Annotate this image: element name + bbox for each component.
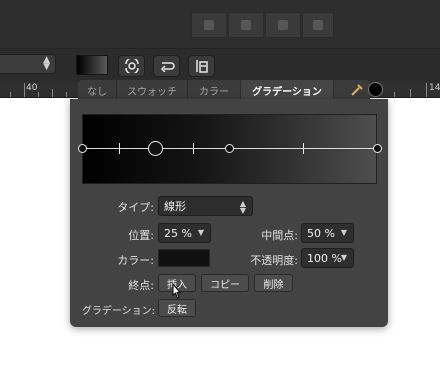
tab-swatches[interactable]: スウォッチ bbox=[117, 80, 188, 100]
color-label: カラー: bbox=[117, 254, 154, 267]
stop-label: 終点: bbox=[128, 279, 154, 292]
midpoint-label: 中間点: bbox=[261, 229, 298, 242]
tab-none[interactable]: なし bbox=[78, 80, 117, 100]
text-wrap-icon bbox=[195, 60, 208, 73]
gradient-stop-selected[interactable] bbox=[148, 140, 164, 156]
opacity-field[interactable]: 100 % ▼ bbox=[301, 248, 354, 268]
pointer-cursor bbox=[168, 282, 184, 303]
ruler-tick bbox=[426, 83, 427, 97]
arrange-front-button[interactable] bbox=[302, 12, 334, 38]
wrap-button[interactable] bbox=[153, 55, 180, 77]
ruler-tick bbox=[24, 83, 25, 97]
fill-swatch-button[interactable] bbox=[76, 55, 108, 75]
arrange-icon bbox=[313, 20, 323, 30]
text-wrap-button[interactable] bbox=[188, 55, 215, 77]
delete-button[interactable]: 削除 bbox=[254, 274, 293, 292]
arrange-icon bbox=[278, 20, 288, 30]
ruler-number: 14 bbox=[429, 83, 440, 93]
arrange-forward-button[interactable] bbox=[265, 12, 301, 38]
type-popup[interactable]: 線形 ▲ ▼ bbox=[158, 196, 253, 216]
fill-tabs: なし スウォッチ カラー グラデーション bbox=[78, 80, 370, 100]
context-toolbar bbox=[0, 48, 440, 82]
ruler-tick bbox=[52, 89, 53, 97]
arrange-back-button[interactable] bbox=[191, 12, 227, 38]
chevron-down-icon: ▼ bbox=[340, 228, 347, 237]
rotate-button[interactable] bbox=[118, 55, 145, 77]
gradient-midpoint-marker[interactable] bbox=[118, 143, 120, 154]
size-stepper[interactable]: ▲ ▼ bbox=[0, 54, 56, 74]
arrange-icon bbox=[241, 20, 251, 30]
ruler-tick bbox=[66, 92, 67, 97]
type-value: 線形 bbox=[164, 200, 186, 213]
opacity-label: 不透明度: bbox=[250, 254, 298, 267]
gradient-label: グラデーション: bbox=[81, 306, 155, 317]
ruler-tick bbox=[10, 92, 11, 97]
gradient-stop[interactable] bbox=[372, 143, 382, 153]
color-well[interactable] bbox=[158, 249, 210, 267]
wrap-icon bbox=[160, 62, 175, 72]
type-label: タイプ: bbox=[117, 201, 154, 214]
eyedropper-icon[interactable] bbox=[348, 82, 366, 98]
position-label: 位置: bbox=[128, 229, 154, 242]
current-color-swatch[interactable] bbox=[368, 82, 383, 97]
midpoint-field[interactable]: 50 % ▼ bbox=[301, 223, 354, 243]
tab-gradient[interactable]: グラデーション bbox=[241, 80, 334, 100]
gradient-stop[interactable] bbox=[77, 143, 87, 153]
ruler-tick bbox=[38, 92, 39, 97]
transform-icon bbox=[124, 59, 139, 73]
tab-color[interactable]: カラー bbox=[188, 80, 241, 100]
copy-button[interactable]: コピー bbox=[201, 274, 249, 292]
position-value: 25 % bbox=[164, 226, 192, 240]
position-field[interactable]: 25 % ▼ bbox=[158, 223, 211, 243]
ruler-tick bbox=[394, 92, 395, 97]
ruler-number: 40 bbox=[26, 83, 38, 93]
arrange-icon bbox=[204, 20, 214, 30]
stepper-arrows: ▲ ▼ bbox=[43, 55, 50, 72]
gradient-midpoint-marker[interactable] bbox=[303, 143, 305, 154]
popup-arrows: ▲ ▼ bbox=[239, 199, 246, 215]
arrange-backward-button[interactable] bbox=[228, 12, 264, 38]
chevron-down-icon: ▼ bbox=[197, 228, 204, 237]
opacity-value: 100 % bbox=[307, 251, 342, 265]
gradient-stop[interactable] bbox=[225, 143, 234, 153]
gradient-midpoint-marker[interactable] bbox=[192, 143, 194, 154]
midpoint-value: 50 % bbox=[307, 226, 335, 240]
ruler-tick bbox=[410, 89, 411, 97]
chevron-down-icon: ▼ bbox=[340, 253, 347, 262]
